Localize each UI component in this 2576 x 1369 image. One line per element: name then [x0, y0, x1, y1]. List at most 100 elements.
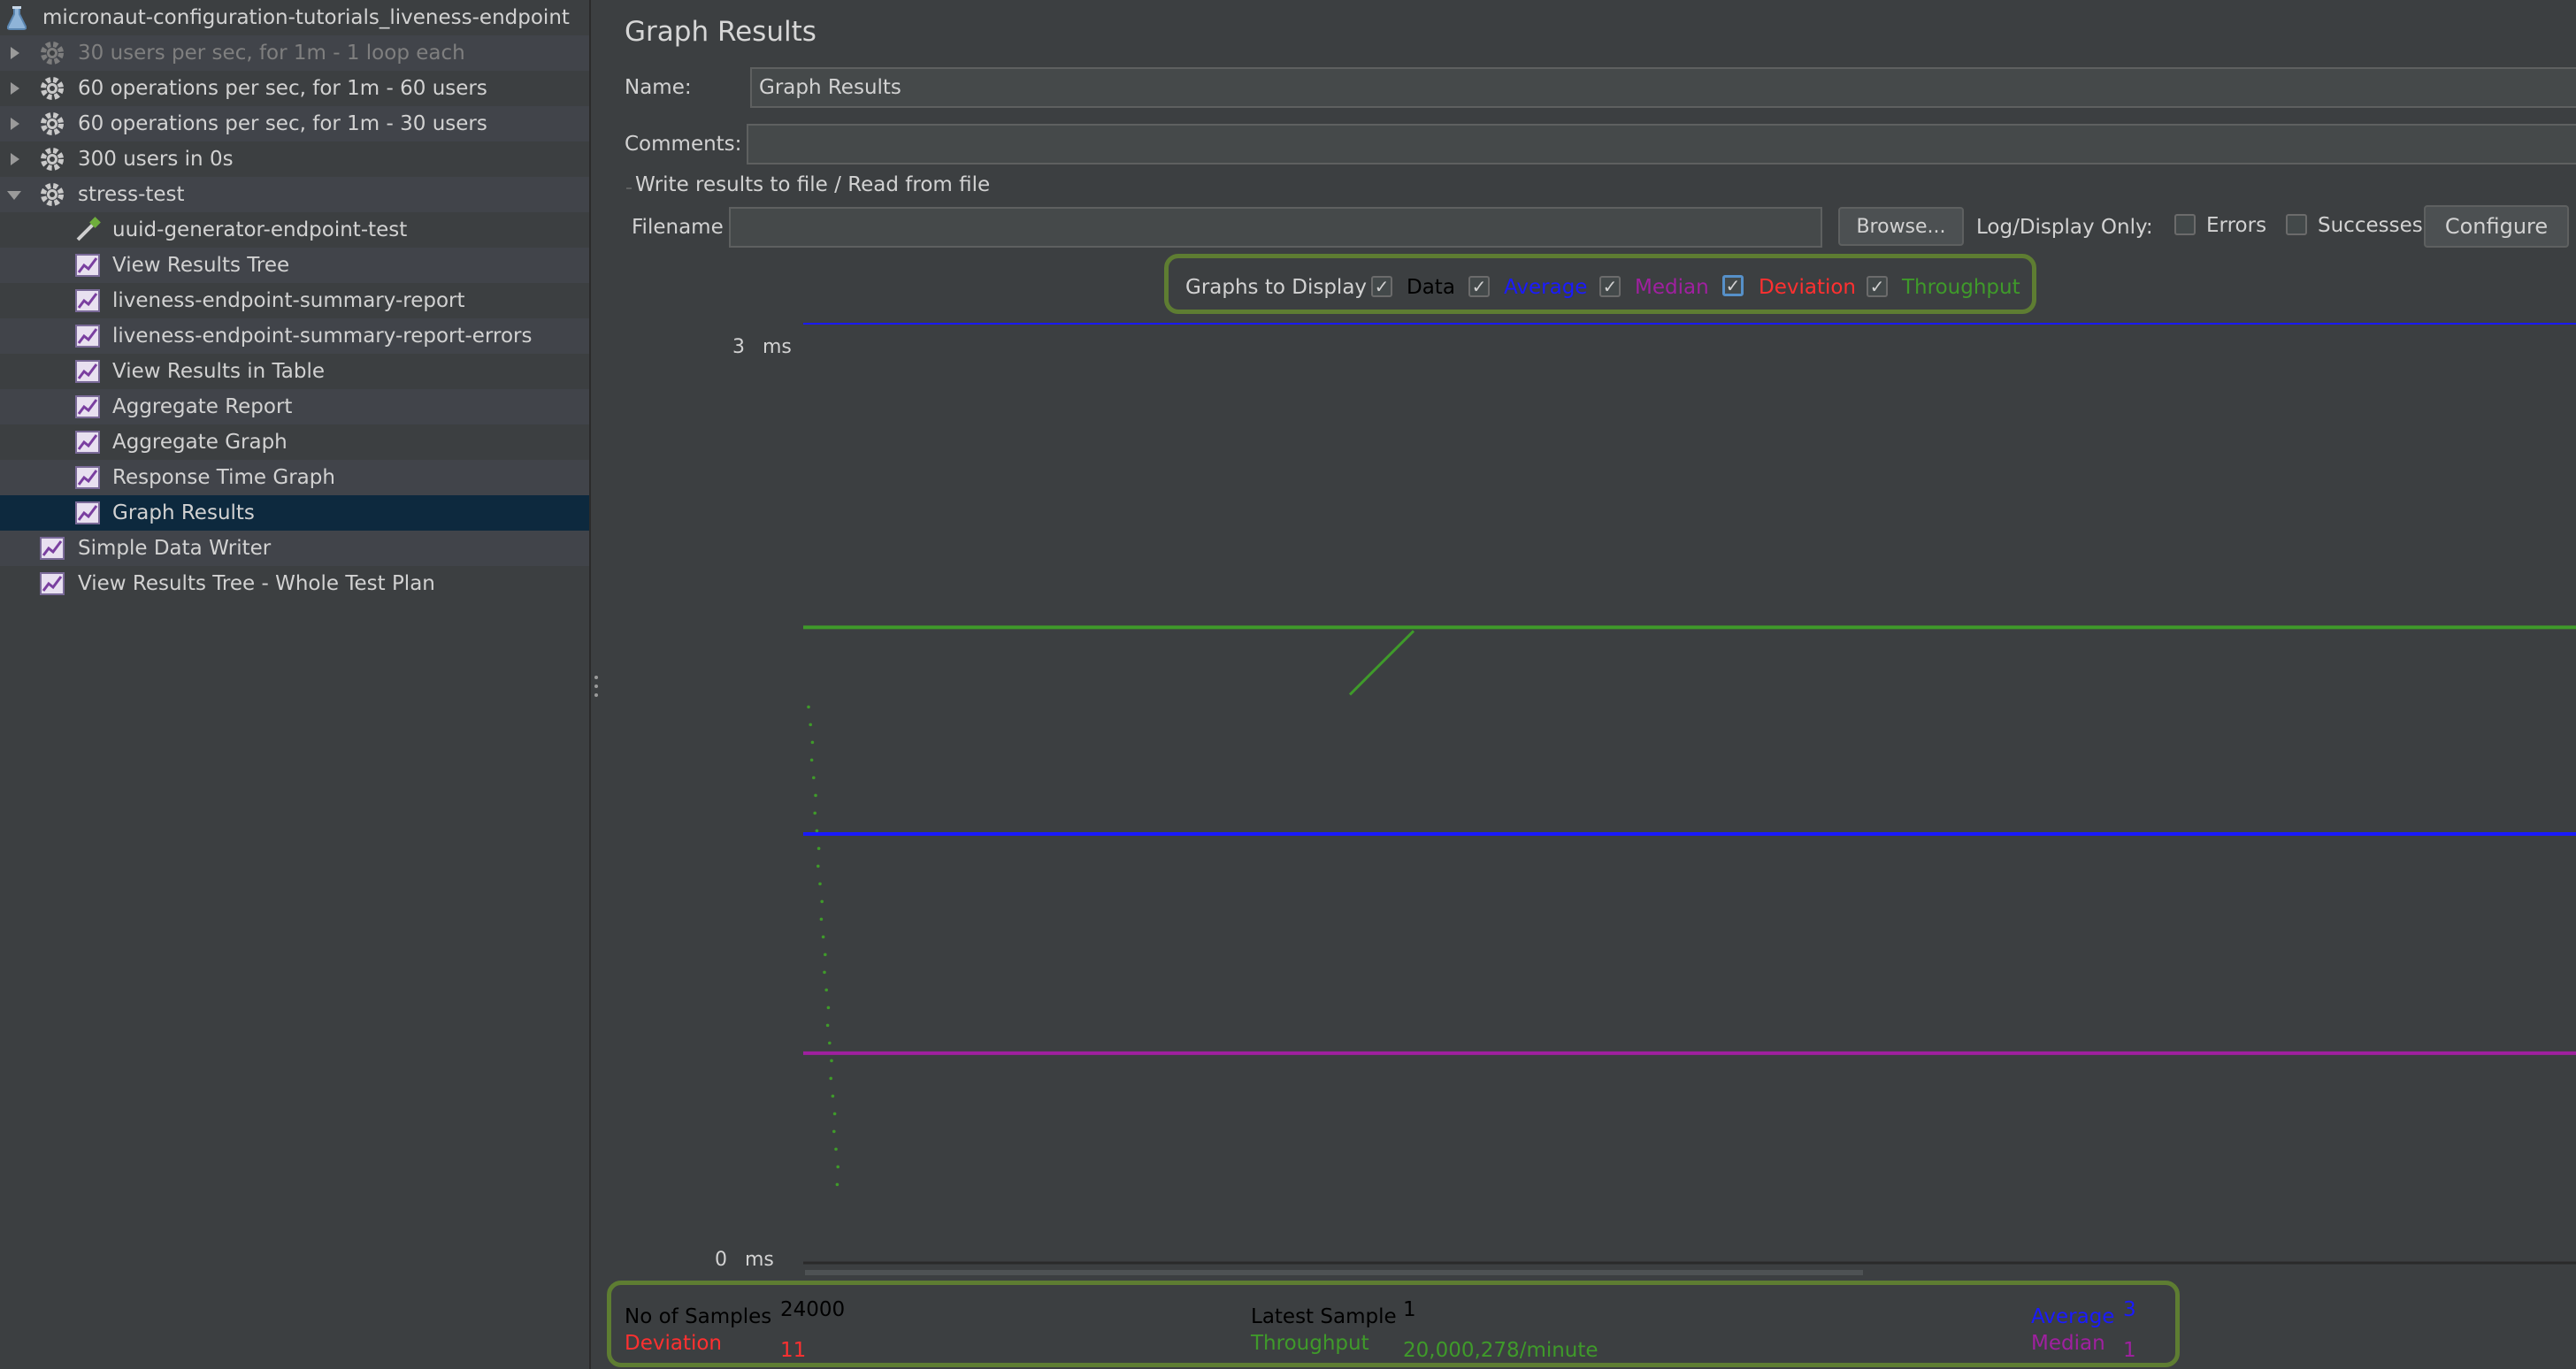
tree-item-listener[interactable]: View Results Tree	[0, 248, 589, 283]
average-stat-label: Average	[2031, 1305, 2115, 1328]
tree-item-label: 300 users in 0s	[78, 148, 234, 171]
tree-item-graph-results[interactable]: Graph Results	[0, 495, 589, 531]
tree-item-label: Aggregate Graph	[112, 431, 288, 454]
tree-item-label: View Results Tree	[112, 254, 290, 277]
tree-item-label: liveness-endpoint-summary-report	[112, 289, 465, 312]
listener-icon	[74, 323, 101, 349]
graph-canvas	[803, 323, 2576, 1275]
tree-item-label: Aggregate Report	[112, 395, 293, 418]
throughput-point	[832, 1112, 837, 1116]
listener-icon	[74, 429, 101, 455]
listener-icon	[74, 394, 101, 420]
tree-item-thread-group-1[interactable]: 30 users per sec, for 1m - 1 loop each	[0, 35, 589, 71]
test-plan-tree: micronaut-configuration-tutorials_livene…	[0, 0, 591, 1369]
throughput-point	[810, 740, 815, 745]
throughput-value: 20,000,278/minute	[1403, 1339, 1598, 1362]
throughput-point	[834, 1147, 838, 1151]
throughput-dip	[1348, 630, 1415, 696]
tree-item-label: liveness-endpoint-summary-report-errors	[112, 325, 533, 348]
graph-results-panel: Graph Results Name: Graph Results Commen…	[607, 0, 2576, 1369]
throughput-point	[823, 970, 826, 975]
throughput-point	[835, 1182, 840, 1187]
throughput-point	[825, 1023, 830, 1028]
throughput-point	[832, 1129, 836, 1134]
tree-item-label: View Results in Table	[112, 360, 326, 383]
latest-sample-value: 1	[1403, 1298, 1416, 1321]
collapse-arrow-icon[interactable]	[7, 191, 21, 200]
samples-value: 24000	[780, 1298, 846, 1321]
flask-icon	[4, 4, 30, 31]
throughput-point	[814, 793, 817, 798]
expand-arrow-icon[interactable]	[11, 47, 19, 59]
tree-item-label: Response Time Graph	[112, 466, 335, 489]
tree-item-thread-group-2[interactable]: 60 operations per sec, for 1m - 60 users	[0, 71, 589, 106]
tree-item-label: stress-test	[78, 183, 185, 206]
deviation-value: 11	[780, 1339, 807, 1362]
tree-item-listener[interactable]: Simple Data Writer	[0, 531, 589, 566]
tree-root-label: micronaut-configuration-tutorials_livene…	[42, 6, 570, 29]
listener-icon	[74, 464, 101, 491]
throughput-point	[828, 1041, 832, 1045]
expand-arrow-icon[interactable]	[11, 82, 19, 95]
expand-arrow-icon[interactable]	[11, 118, 19, 130]
tree-item-listener[interactable]: liveness-endpoint-summary-report-errors	[0, 318, 589, 354]
expand-arrow-icon[interactable]	[11, 153, 19, 165]
tree-item-listener[interactable]: liveness-endpoint-summary-report	[0, 283, 589, 318]
throughput-point	[824, 952, 827, 957]
tree-item-listener[interactable]: Response Time Graph	[0, 460, 589, 495]
tree-item-thread-group-4[interactable]: 300 users in 0s	[0, 141, 589, 177]
throughput-point	[826, 1006, 831, 1010]
listener-icon	[74, 287, 101, 314]
tree-item-label: 30 users per sec, for 1m - 1 loop each	[78, 42, 465, 65]
deviation-stat-label: Deviation	[625, 1332, 723, 1355]
tree-item-listener[interactable]: View Results Tree - Whole Test Plan	[0, 566, 589, 601]
tree-root[interactable]: micronaut-configuration-tutorials_livene…	[0, 0, 589, 35]
throughput-point	[819, 917, 824, 922]
throughput-point	[829, 1076, 832, 1081]
tree-item-label: Simple Data Writer	[78, 537, 272, 560]
tree-item-label: View Results Tree - Whole Test Plan	[78, 572, 435, 595]
gear-icon	[39, 111, 65, 137]
tree-item-listener[interactable]: Aggregate Report	[0, 389, 589, 424]
tree-item-label: Graph Results	[112, 501, 255, 524]
listener-icon	[74, 500, 101, 526]
tree-item-stress-test[interactable]: stress-test	[0, 177, 589, 212]
throughput-stat-label: Throughput	[1251, 1332, 1369, 1355]
pipette-icon	[74, 217, 101, 243]
throughput-point	[809, 723, 812, 727]
throughput-point	[813, 811, 816, 815]
throughput-point	[816, 846, 821, 851]
gear-icon	[39, 40, 65, 66]
throughput-point	[816, 864, 820, 868]
gear-icon	[39, 146, 65, 172]
throughput-point	[812, 776, 816, 780]
throughput-point	[831, 1094, 835, 1098]
tree-item-label: 60 operations per sec, for 1m - 30 users	[78, 112, 487, 135]
tree-item-listener[interactable]: View Results in Table	[0, 354, 589, 389]
average-value: 3	[2123, 1298, 2136, 1321]
listener-icon	[74, 358, 101, 385]
splitter-handle[interactable]	[594, 676, 599, 702]
gear-icon	[39, 75, 65, 102]
gear-icon	[39, 181, 65, 208]
listener-icon	[74, 252, 101, 279]
throughput-point	[836, 1165, 840, 1169]
throughput-point	[809, 758, 814, 762]
throughput-point	[807, 705, 810, 709]
throughput-point	[821, 935, 825, 939]
tree-item-label: 60 operations per sec, for 1m - 60 users	[78, 77, 487, 100]
latest-sample-label: Latest Sample	[1251, 1305, 1397, 1328]
median-value: 1	[2123, 1339, 2136, 1362]
listener-icon	[39, 570, 65, 597]
throughput-point	[824, 988, 828, 992]
throughput-point	[818, 882, 822, 886]
median-stat-label: Median	[2031, 1332, 2105, 1355]
throughput-point	[820, 899, 824, 904]
listener-icon	[39, 535, 65, 562]
tree-item-listener[interactable]: Aggregate Graph	[0, 424, 589, 460]
tree-item-sampler[interactable]: uuid-generator-endpoint-test	[0, 212, 589, 248]
throughput-point	[830, 1059, 833, 1063]
throughput-point	[815, 829, 819, 833]
tree-item-thread-group-3[interactable]: 60 operations per sec, for 1m - 30 users	[0, 106, 589, 141]
tree-item-label: uuid-generator-endpoint-test	[112, 218, 408, 241]
